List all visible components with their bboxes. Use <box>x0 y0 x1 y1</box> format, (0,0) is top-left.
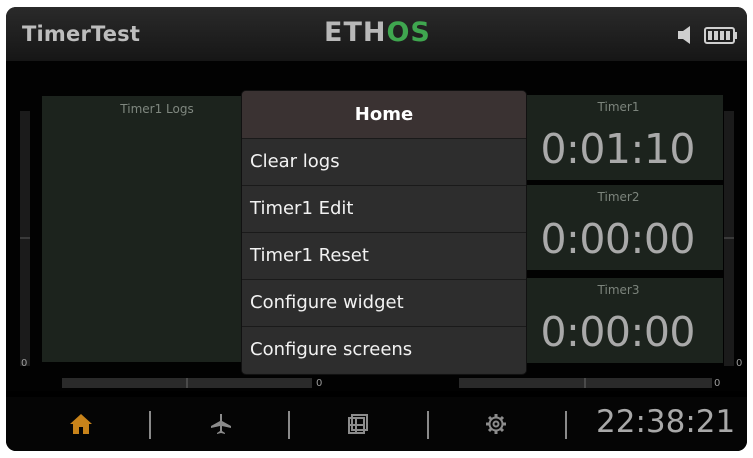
timer-label: Timer1 <box>597 100 640 114</box>
left-bar-zero: 0 <box>316 378 323 389</box>
airplane-icon <box>211 414 231 434</box>
menu-item-configure-screens[interactable]: Configure screens <box>242 326 526 373</box>
menu-title: Home <box>242 91 526 138</box>
speaker-icon[interactable] <box>678 25 698 45</box>
timer1-widget[interactable]: Timer1 0:01:10 <box>514 95 723 180</box>
menu-item-configure-widget[interactable]: Configure widget <box>242 279 526 326</box>
right-bar-zero: 0 <box>714 378 721 389</box>
bottom-bar: 22:38:21 <box>6 397 747 451</box>
layout-icon <box>348 414 368 434</box>
gear-icon <box>486 414 506 434</box>
timer2-widget[interactable]: Timer2 0:00:00 <box>514 185 723 270</box>
logs-widget[interactable]: Timer1 Logs <box>42 96 272 362</box>
timer3-widget[interactable]: Timer3 0:00:00 <box>514 278 723 363</box>
left-horizontal-trim[interactable] <box>62 378 312 388</box>
home-button[interactable] <box>56 397 106 451</box>
menu-item-timer1-edit[interactable]: Timer1 Edit <box>242 185 526 232</box>
screens-button[interactable] <box>333 397 383 451</box>
logo-main: ETH <box>324 17 387 48</box>
logo-accent: OS <box>386 17 431 48</box>
system-button[interactable] <box>471 397 521 451</box>
timer-label: Timer3 <box>597 283 640 297</box>
separator <box>288 411 290 439</box>
right-trim-rail[interactable] <box>724 111 734 366</box>
timer-value: 0:01:10 <box>540 125 695 173</box>
menu-item-timer1-reset[interactable]: Timer1 Reset <box>242 232 526 279</box>
home-icon <box>70 414 92 434</box>
timer-label: Timer2 <box>597 190 640 204</box>
radio-screen: TimerTest ETHOS 0 0 Timer1 Logs Timer1 0… <box>6 7 747 451</box>
separator <box>565 411 567 439</box>
menu-item-clear-logs[interactable]: Clear logs <box>242 138 526 185</box>
model-name[interactable]: TimerTest <box>22 22 140 46</box>
model-button[interactable] <box>196 397 246 451</box>
right-horizontal-trim[interactable] <box>459 378 712 388</box>
ethos-logo: ETHOS <box>324 17 431 48</box>
top-bar: TimerTest ETHOS <box>6 7 747 61</box>
left-rail-zero: 0 <box>21 358 28 369</box>
home-context-menu: Home Clear logs Timer1 Edit Timer1 Reset… <box>242 91 526 374</box>
clock: 22:38:21 <box>596 404 736 440</box>
right-rail-zero: 0 <box>736 358 743 369</box>
trim-tick <box>584 378 586 388</box>
separator <box>427 411 429 439</box>
trim-tick <box>186 378 188 388</box>
timer-value: 0:00:00 <box>540 308 695 356</box>
rail-tick <box>20 237 30 239</box>
left-trim-rail[interactable] <box>20 111 30 366</box>
battery-icon[interactable] <box>704 27 738 44</box>
separator <box>149 411 151 439</box>
timer-value: 0:00:00 <box>540 215 695 263</box>
rail-tick <box>724 237 734 239</box>
logs-title: Timer1 Logs <box>120 102 194 116</box>
